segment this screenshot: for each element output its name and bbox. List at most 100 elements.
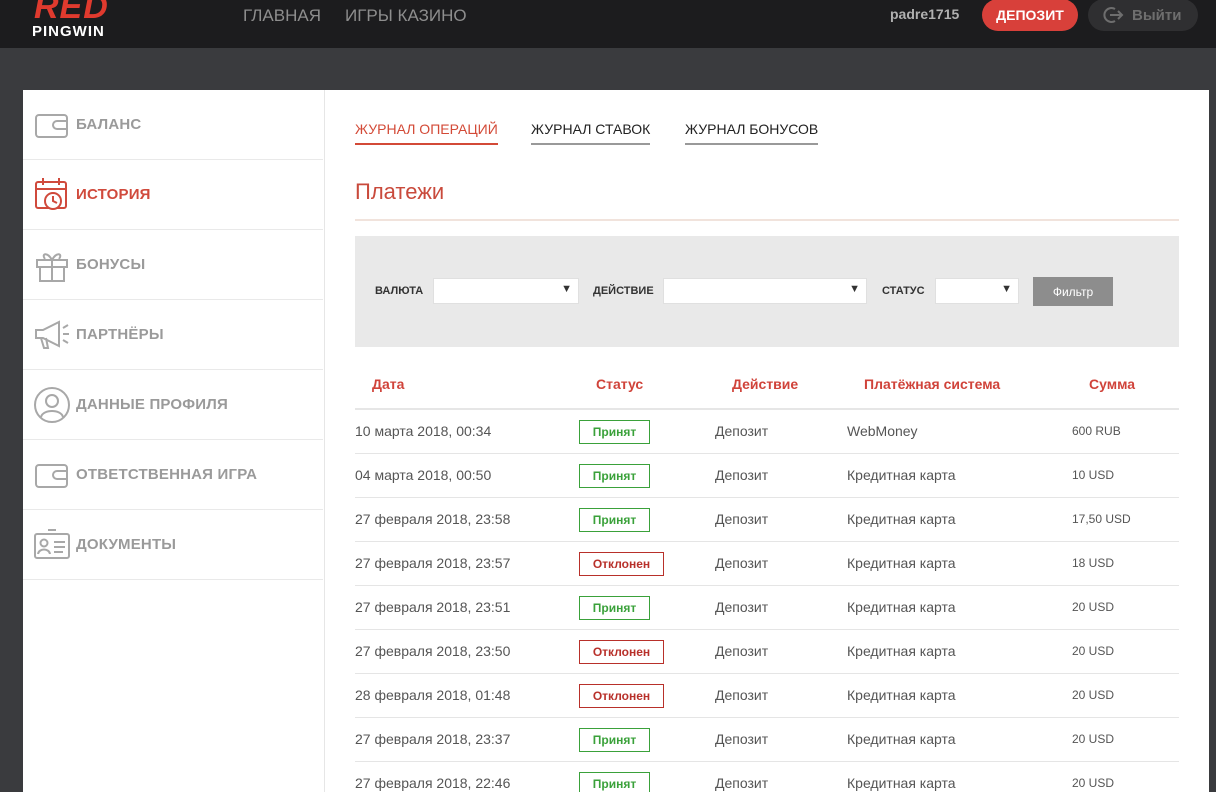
sidebar-item-label: ДАННЫЕ ПРОФИЛЯ	[76, 396, 228, 413]
row-action: Депозит	[715, 599, 769, 615]
row-date: 27 февраля 2018, 22:46	[355, 775, 511, 791]
row-payment-system: Кредитная карта	[847, 599, 956, 615]
table-row: 10 марта 2018, 00:34 Принят Депозит WebM…	[355, 410, 1179, 454]
nav-link-home[interactable]: ГЛАВНАЯ	[243, 6, 321, 26]
calendar-clock-icon	[35, 178, 67, 210]
column-header-date[interactable]: Дата	[372, 376, 404, 392]
sidebar: БАЛАНС ИСТОРИЯ БОНУСЫ ПАРТНЁРЫ ДАННЫЕ ПР…	[23, 90, 325, 792]
row-payment-system: Кредитная карта	[847, 731, 956, 747]
row-action: Депозит	[715, 643, 769, 659]
table-row: 27 февраля 2018, 23:50 Отклонен Депозит …	[355, 630, 1179, 674]
row-amount: 20 USD	[1072, 732, 1115, 746]
nav-link-casino[interactable]: ИГРЫ КАЗИНО	[345, 6, 467, 26]
table-row: 27 февраля 2018, 23:51 Принят Депозит Кр…	[355, 586, 1179, 630]
action-label: ДЕЙСТВИЕ	[593, 285, 654, 297]
row-amount: 20 USD	[1072, 688, 1115, 702]
wallet-icon	[35, 114, 68, 138]
row-date: 04 марта 2018, 00:50	[355, 467, 492, 483]
sidebar-item-label: БОНУСЫ	[76, 256, 146, 273]
sidebar-item-label: ПАРТНЁРЫ	[76, 326, 164, 343]
chevron-down-icon: ▼	[849, 283, 860, 295]
row-payment-system: Кредитная карта	[847, 687, 956, 703]
table-row: 27 февраля 2018, 23:37 Принят Депозит Кр…	[355, 718, 1179, 762]
row-amount: 20 USD	[1072, 600, 1115, 614]
row-payment-system: Кредитная карта	[847, 555, 956, 571]
row-payment-system: Кредитная карта	[847, 643, 956, 659]
status-label: СТАТУС	[882, 285, 925, 297]
tab-bets-log[interactable]: ЖУРНАЛ СТАВОК	[531, 121, 651, 145]
row-date: 27 февраля 2018, 23:57	[355, 555, 511, 571]
sidebar-item-responsible-gaming[interactable]: ОТВЕТСТВЕННАЯ ИГРА	[23, 440, 323, 510]
row-action: Депозит	[715, 511, 769, 527]
gift-icon	[36, 253, 68, 282]
sidebar-item-partners[interactable]: ПАРТНЁРЫ	[23, 300, 323, 370]
row-payment-system: Кредитная карта	[847, 511, 956, 527]
row-amount: 20 USD	[1072, 776, 1115, 790]
row-amount: 17,50 USD	[1072, 512, 1131, 526]
id-card-icon	[34, 529, 70, 559]
column-header-payment-system[interactable]: Платёжная система	[864, 376, 1000, 392]
row-action: Депозит	[715, 423, 769, 439]
sidebar-item-history[interactable]: ИСТОРИЯ	[23, 160, 323, 230]
account-panel: БАЛАНС ИСТОРИЯ БОНУСЫ ПАРТНЁРЫ ДАННЫЕ ПР…	[23, 90, 1209, 792]
row-date: 27 февраля 2018, 23:50	[355, 643, 511, 659]
status-badge: Принят	[579, 464, 650, 488]
status-badge: Отклонен	[579, 684, 664, 708]
username[interactable]: padre1715	[890, 6, 959, 22]
row-date: 28 февраля 2018, 01:48	[355, 687, 511, 703]
status-select[interactable]: ▼	[935, 278, 1019, 304]
filter-button[interactable]: Фильтр	[1033, 277, 1113, 306]
status-badge: Отклонен	[579, 552, 664, 576]
sidebar-item-profile[interactable]: ДАННЫЕ ПРОФИЛЯ	[23, 370, 323, 440]
site-logo[interactable]: RED PINGWIN	[32, 0, 142, 46]
row-date: 27 февраля 2018, 23:51	[355, 599, 511, 615]
row-action: Депозит	[715, 731, 769, 747]
sidebar-item-balance[interactable]: БАЛАНС	[23, 90, 323, 160]
wallet-icon	[35, 464, 68, 488]
row-payment-system: WebMoney	[847, 423, 918, 439]
row-date: 27 февраля 2018, 23:58	[355, 511, 511, 527]
status-badge: Принят	[579, 508, 650, 532]
user-profile-icon	[34, 387, 70, 423]
row-payment-system: Кредитная карта	[847, 775, 956, 791]
row-action: Депозит	[715, 775, 769, 791]
currency-select[interactable]: ▼	[433, 278, 579, 304]
tab-operations-log[interactable]: ЖУРНАЛ ОПЕРАЦИЙ	[355, 121, 498, 145]
row-amount: 10 USD	[1072, 468, 1115, 482]
table-row: 27 февраля 2018, 22:46 Принят Депозит Кр…	[355, 762, 1179, 792]
row-date: 27 февраля 2018, 23:37	[355, 731, 511, 747]
column-header-amount[interactable]: Сумма	[1089, 376, 1135, 392]
status-badge: Принят	[579, 596, 650, 620]
sidebar-item-label: БАЛАНС	[76, 116, 142, 133]
logo-top-text: RED	[34, 0, 109, 26]
table-row: 04 марта 2018, 00:50 Принят Депозит Кред…	[355, 454, 1179, 498]
column-header-status[interactable]: Статус	[596, 376, 643, 392]
sidebar-item-documents[interactable]: ДОКУМЕНТЫ	[23, 510, 323, 580]
top-header: RED PINGWIN ГЛАВНАЯ ИГРЫ КАЗИНО padre171…	[0, 0, 1216, 48]
row-amount: 600 RUB	[1072, 424, 1121, 438]
row-date: 10 марта 2018, 00:34	[355, 423, 492, 439]
tab-bonuses-log[interactable]: ЖУРНАЛ БОНУСОВ	[685, 121, 819, 145]
row-amount: 20 USD	[1072, 644, 1115, 658]
sidebar-item-label: ИСТОРИЯ	[76, 186, 151, 203]
chevron-down-icon: ▼	[561, 283, 572, 295]
title-divider	[355, 219, 1179, 221]
logout-button[interactable]: Выйти	[1088, 0, 1198, 31]
section-title: Платежи	[355, 179, 445, 204]
row-payment-system: Кредитная карта	[847, 467, 956, 483]
currency-label: ВАЛЮТА	[375, 285, 424, 297]
column-header-action[interactable]: Действие	[732, 376, 798, 392]
logo-bottom-text: PINGWIN	[32, 23, 105, 40]
table-row: 28 февраля 2018, 01:48 Отклонен Депозит …	[355, 674, 1179, 718]
chevron-down-icon: ▼	[1001, 283, 1012, 295]
table-row: 27 февраля 2018, 23:58 Принят Депозит Кр…	[355, 498, 1179, 542]
row-action: Депозит	[715, 467, 769, 483]
deposit-button[interactable]: ДЕПОЗИТ	[982, 0, 1078, 31]
sidebar-item-bonuses[interactable]: БОНУСЫ	[23, 230, 323, 300]
row-action: Депозит	[715, 555, 769, 571]
action-select[interactable]: ▼	[663, 278, 867, 304]
row-amount: 18 USD	[1072, 556, 1115, 570]
sidebar-item-label: ОТВЕТСТВЕННАЯ ИГРА	[76, 466, 258, 483]
filter-panel: ВАЛЮТА ▼ ДЕЙСТВИЕ ▼ СТАТУС ▼ Фильтр	[355, 236, 1179, 347]
sidebar-item-label: ДОКУМЕНТЫ	[76, 536, 177, 553]
